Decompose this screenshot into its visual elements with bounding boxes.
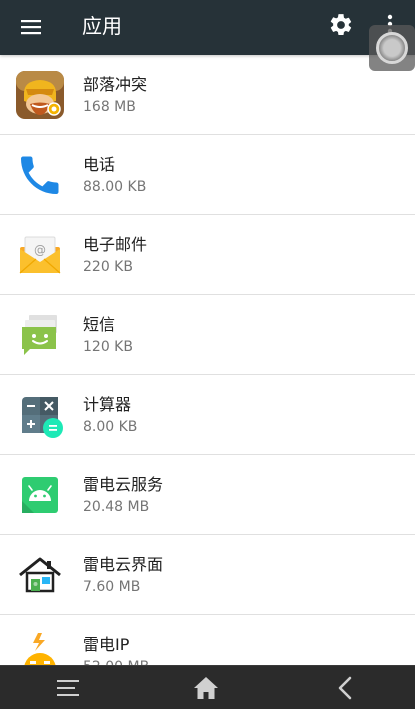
house-launcher-icon	[19, 557, 61, 593]
app-size: 8.00 KB	[83, 419, 138, 435]
leidian-ip-icon	[24, 633, 56, 665]
app-size: 20.48 MB	[83, 499, 150, 515]
list-item[interactable]: 短信 120 KB	[0, 295, 415, 375]
calculator-icon	[22, 397, 63, 438]
app-size: 120 KB	[83, 339, 133, 355]
app-size: 7.60 MB	[83, 579, 141, 595]
system-navigation-bar	[0, 665, 415, 709]
back-icon[interactable]	[334, 675, 358, 701]
app-size: 52.00 MB	[83, 657, 149, 665]
gear-icon[interactable]	[328, 12, 354, 38]
list-item[interactable]: 雷电云服务 20.48 MB	[0, 455, 415, 535]
app-list: 部落冲突 168 MB 电话 88.00 KB @ 电子邮件 220 KB 短信	[0, 55, 415, 665]
list-item[interactable]: 雷电云界面 7.60 MB	[0, 535, 415, 615]
list-item[interactable]: 计算器 8.00 KB	[0, 375, 415, 455]
app-name: 短信	[83, 315, 116, 334]
app-size: 168 MB	[83, 99, 136, 115]
messaging-icon	[22, 315, 57, 355]
hamburger-menu-icon[interactable]	[19, 15, 43, 39]
email-icon: @	[19, 236, 61, 274]
floating-assistive-ball[interactable]	[369, 25, 415, 71]
app-name: 计算器	[83, 395, 132, 414]
home-icon[interactable]	[193, 675, 219, 701]
android-icon	[22, 477, 58, 513]
list-item[interactable]: 雷电IP 52.00 MB	[0, 615, 415, 665]
app-size: 88.00 KB	[83, 179, 147, 195]
nav-menu-icon[interactable]	[55, 676, 81, 700]
clash-of-clans-icon	[16, 71, 64, 119]
page-title: 应用	[82, 14, 122, 38]
app-name: 雷电云界面	[83, 555, 164, 574]
app-name: 雷电云服务	[83, 475, 164, 494]
list-item[interactable]: 部落冲突 168 MB	[0, 55, 415, 135]
app-size: 220 KB	[83, 259, 133, 275]
app-name: 电话	[83, 155, 116, 174]
svg-text:@: @	[34, 243, 46, 257]
phone-icon	[21, 156, 59, 194]
list-item[interactable]: 电话 88.00 KB	[0, 135, 415, 215]
list-item[interactable]: @ 电子邮件 220 KB	[0, 215, 415, 295]
app-toolbar: 应用	[0, 0, 415, 55]
floating-assistive-ball-icon	[376, 32, 408, 64]
app-name: 雷电IP	[83, 635, 130, 654]
app-name: 部落冲突	[83, 75, 148, 94]
app-name: 电子邮件	[83, 235, 148, 254]
